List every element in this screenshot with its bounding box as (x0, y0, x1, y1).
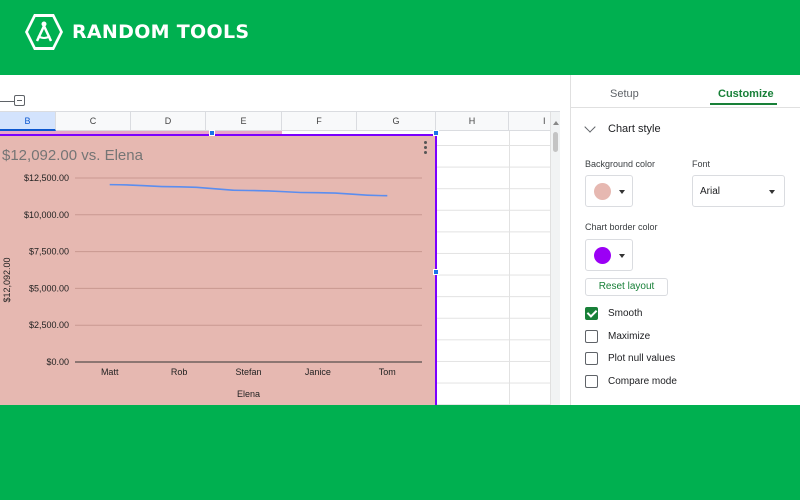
dropdown-caret-icon (769, 190, 775, 194)
x-tick-label: Rob (171, 367, 188, 377)
chart-style-section-header[interactable]: Chart style (584, 121, 661, 135)
tab-setup[interactable]: Setup (610, 88, 639, 100)
y-tick-label: $7,500.00 (29, 247, 69, 257)
y-tick-label: $5,000.00 (29, 283, 69, 293)
tab-divider (571, 107, 800, 108)
spreadsheet-area: B C D E F G H I $0.00 $2,500.00 $5,000.00 $… (0, 75, 570, 405)
chevron-down-icon (584, 121, 596, 133)
y-axis-title: $12,092.00 (2, 257, 12, 302)
option-label: Compare mode (608, 376, 677, 387)
y-tick-label: $12,500.00 (24, 173, 69, 183)
option-maximize[interactable]: Maximize (585, 330, 650, 343)
column-header-f[interactable]: F (282, 112, 357, 131)
compare-mode-checkbox[interactable] (585, 375, 598, 388)
background-color-swatch (594, 183, 611, 200)
column-header-e[interactable]: E (206, 112, 282, 131)
column-header-g[interactable]: G (357, 112, 436, 131)
chart-title: $12,092.00 vs. Elena (2, 147, 143, 164)
y-tick-label: $2,500.00 (29, 320, 69, 330)
brand-name: RANDOM TOOLS (72, 21, 250, 43)
vertical-scrollbar[interactable] (550, 112, 560, 405)
group-toolbar (0, 92, 560, 112)
x-tick-label: Stefan (235, 367, 261, 377)
option-label: Plot null values (608, 353, 676, 364)
series-line (109, 183, 388, 197)
active-tab-indicator (710, 103, 777, 105)
chart-menu-icon[interactable] (420, 141, 430, 157)
option-label: Smooth (608, 308, 643, 319)
chart-border-color-label: Chart border color (585, 222, 658, 232)
chart-editor-panel: Setup Customize Chart style Background c… (570, 75, 800, 405)
x-tick-label: Tom (379, 367, 396, 377)
option-label: Maximize (608, 331, 651, 342)
dropdown-caret-icon (619, 190, 625, 194)
x-axis-title: Elena (237, 389, 260, 399)
column-header-i[interactable]: I (509, 112, 570, 131)
line-chart[interactable]: $0.00 $2,500.00 $5,000.00 $7,500.00 $10,000.… (0, 134, 437, 405)
plot-null-values-checkbox[interactable] (585, 352, 598, 365)
x-tick-label: Janice (305, 367, 331, 377)
resize-handle-top-right[interactable] (433, 130, 439, 136)
x-tick-label: Matt (101, 367, 119, 377)
reset-layout-button[interactable]: Reset layout (585, 278, 668, 296)
background-color-label: Background color (585, 159, 656, 169)
resize-handle-right[interactable] (433, 269, 439, 275)
tab-customize[interactable]: Customize (718, 88, 774, 100)
collapse-group-icon[interactable] (14, 95, 25, 106)
option-smooth[interactable]: Smooth (585, 307, 642, 320)
maximize-checkbox[interactable] (585, 330, 598, 343)
chart-canvas: $0.00 $2,500.00 $5,000.00 $7,500.00 $10,000.… (2, 173, 422, 399)
column-header-d[interactable]: D (131, 112, 206, 131)
column-headers: B C D E F G H I (0, 112, 560, 131)
y-tick-label: $10,000.00 (24, 210, 69, 220)
group-line (0, 101, 14, 102)
column-header-c[interactable]: C (56, 112, 131, 131)
section-title: Chart style (608, 123, 661, 135)
smooth-checkbox[interactable] (585, 307, 598, 320)
background-color-picker[interactable] (585, 175, 633, 207)
border-color-picker[interactable] (585, 239, 633, 271)
font-label: Font (692, 159, 711, 169)
resize-handle-top[interactable] (209, 130, 215, 136)
compass-logo-icon (25, 14, 63, 50)
y-tick-label: $0.00 (46, 357, 69, 367)
column-header-h[interactable]: H (436, 112, 509, 131)
font-select[interactable]: Arial (692, 175, 785, 207)
brand-header: RANDOM TOOLS (24, 13, 249, 51)
option-compare-mode[interactable]: Compare mode (585, 375, 677, 388)
dropdown-caret-icon (619, 254, 625, 258)
cell-grid[interactable] (436, 131, 550, 405)
scroll-up-icon[interactable] (553, 121, 559, 125)
column-header-b[interactable]: B (0, 112, 56, 131)
scrollbar-thumb[interactable] (553, 132, 558, 152)
font-value: Arial (700, 186, 721, 197)
app-screen: B C D E F G H I $0.00 $2,500.00 $5,000.00 $… (0, 75, 800, 405)
option-plot-null-values[interactable]: Plot null values (585, 352, 675, 365)
border-color-swatch (594, 247, 611, 264)
